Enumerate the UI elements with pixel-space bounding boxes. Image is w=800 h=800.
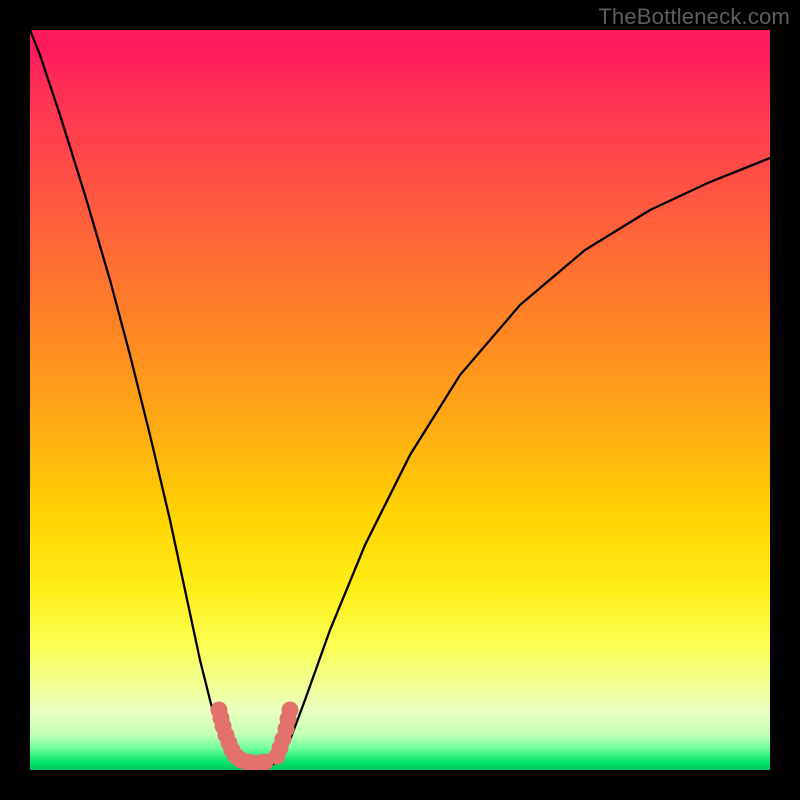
plot-area: [30, 30, 770, 770]
watermark-text: TheBottleneck.com: [598, 4, 790, 30]
data-point-markers: [30, 30, 770, 770]
chart-frame: TheBottleneck.com: [0, 0, 800, 800]
marker-dot: [282, 702, 299, 719]
